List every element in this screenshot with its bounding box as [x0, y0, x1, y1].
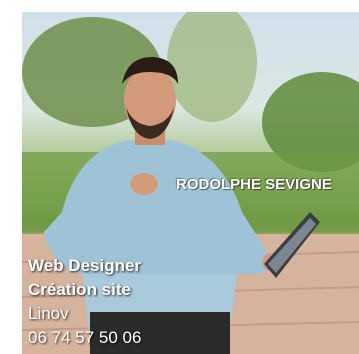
- company-name: Linov: [28, 304, 69, 323]
- info-block: Web Designer Création site Linov 06 74 5…: [28, 254, 141, 350]
- job-title: Web Designer: [28, 256, 142, 275]
- person-name: RODOLPHE SEVIGNE: [176, 176, 332, 193]
- phone-number: 06 74 57 50 06: [28, 328, 142, 347]
- profile-card: RODOLPHE SEVIGNE Web Designer Création s…: [22, 12, 359, 354]
- service-line: Création site: [28, 280, 131, 299]
